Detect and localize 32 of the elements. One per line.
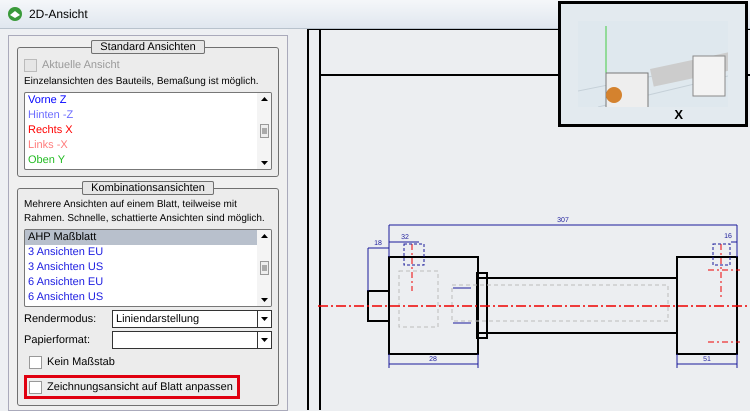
scroll-thumb[interactable] (260, 124, 268, 138)
group-title: Kombinationsansichten (82, 181, 214, 195)
list-item[interactable]: 6 Ansichten US (25, 290, 257, 305)
field-label: Papierformat: (24, 334, 92, 346)
list-item[interactable]: 3 Ansichten EU (25, 245, 257, 260)
list-item[interactable]: 6 Ansichten EU (25, 275, 257, 290)
list-item[interactable]: Rechts X (25, 123, 257, 138)
list-item[interactable]: 3 Ansichten US (25, 260, 257, 275)
dropdown[interactable] (112, 331, 272, 349)
scroll-up-icon[interactable] (260, 234, 268, 238)
list-item[interactable]: Vorne Z (25, 93, 257, 108)
axis-label: X (674, 107, 683, 122)
scroll-down-icon[interactable] (260, 298, 268, 302)
scroll-thumb[interactable] (260, 261, 268, 275)
dropdown-arrow-icon[interactable] (261, 338, 268, 342)
scroll-down-icon[interactable] (260, 161, 268, 165)
dropdown-arrow-icon[interactable] (261, 317, 268, 321)
field-label: Rendermodus: (24, 313, 98, 325)
scrollbar[interactable] (257, 93, 271, 169)
description-text: Einzelansichten des Bauteils, Bemaßung ist möglich. (24, 75, 260, 89)
description-text: Mehrere Ansichten auf einem Blatt, teilweise mit Rahmen. Schnelle, schattierte Ansichten sind möglich. (24, 198, 266, 226)
app-icon (7, 6, 23, 22)
list-item[interactable]: Hinten -Z (25, 108, 257, 123)
group-title: Standard Ansichten (91, 40, 205, 54)
scrollbar[interactable] (257, 230, 271, 306)
dropdown[interactable]: Liniendarstellung (112, 310, 272, 328)
checkbox[interactable]: Kein Maßstab (24, 350, 120, 374)
checkbox-label: Aktuelle Ansicht (42, 59, 120, 71)
list-item[interactable]: AHP Maßblatt (25, 230, 257, 245)
checkbox[interactable]: Zeichnungsansicht auf Blatt anpassen (24, 375, 240, 399)
window-title: 2D-Ansicht (29, 7, 88, 21)
scroll-up-icon[interactable] (260, 97, 268, 101)
